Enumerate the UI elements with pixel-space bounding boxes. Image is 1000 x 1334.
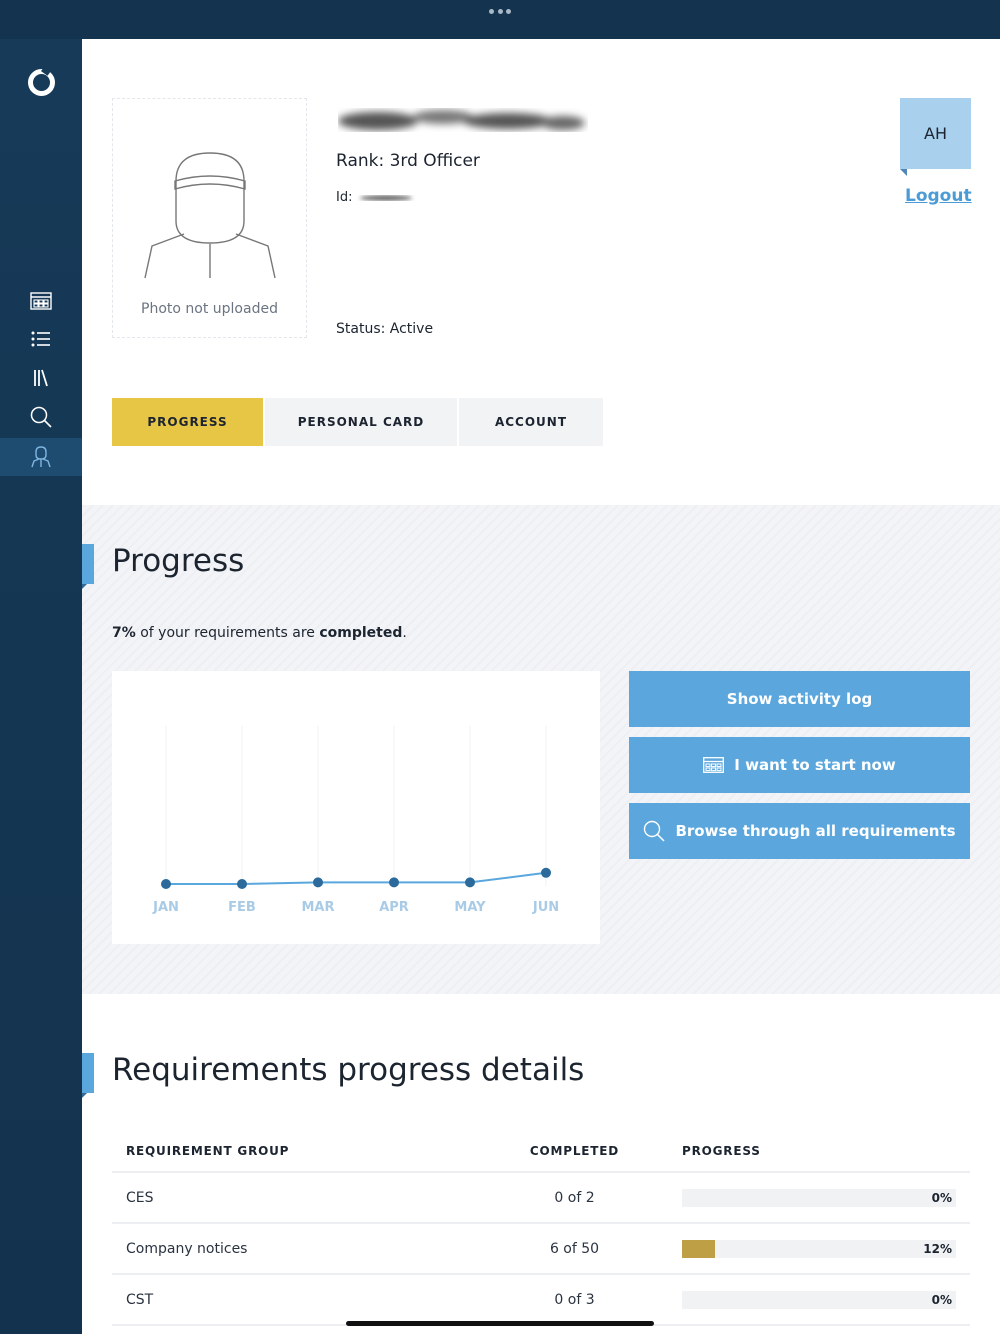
table-header: REQUIREMENT GROUP COMPLETED PROGRESS bbox=[112, 1130, 970, 1173]
sidebar-item-list[interactable] bbox=[0, 320, 82, 358]
header-requirement-group: REQUIREMENT GROUP bbox=[126, 1143, 290, 1158]
row-group: Company notices bbox=[126, 1240, 248, 1257]
tab-account[interactable]: ACCOUNT bbox=[459, 398, 603, 446]
progress-bar: 0% bbox=[682, 1290, 956, 1309]
row-progress: 0% bbox=[682, 1188, 970, 1207]
profile-icon bbox=[31, 446, 51, 468]
photo-caption: Photo not uploaded bbox=[141, 301, 278, 317]
table-row[interactable]: Company notices 6 of 50 12% bbox=[112, 1224, 970, 1275]
chart-data-point[interactable] bbox=[541, 867, 551, 878]
progress-bar-fill bbox=[682, 1239, 715, 1258]
chart-x-tick-label: JUN bbox=[532, 900, 559, 915]
progress-bar: 0% bbox=[682, 1188, 956, 1207]
list-icon bbox=[31, 331, 50, 347]
progress-chart: JAN FEB MAR APR MAY JUN bbox=[112, 671, 600, 944]
home-indicator[interactable] bbox=[346, 1321, 654, 1326]
table-row[interactable]: CES 0 of 2 0% bbox=[112, 1173, 970, 1224]
chart-x-tick-label: FEB bbox=[228, 900, 256, 915]
calendar-grid-icon bbox=[703, 757, 725, 773]
logout-link[interactable]: Logout bbox=[905, 186, 972, 206]
chart-x-tick-label: JAN bbox=[152, 900, 179, 915]
requirements-details-section: Requirements progress details REQUIREMEN… bbox=[82, 994, 1000, 1334]
requirements-table: REQUIREMENT GROUP COMPLETED PROGRESS CES… bbox=[112, 1130, 970, 1326]
redacted-name bbox=[338, 110, 585, 130]
profile-photo-placeholder[interactable]: Photo not uploaded bbox=[112, 98, 307, 338]
row-completed: 0 of 3 bbox=[554, 1291, 595, 1308]
status-text: Status: Active bbox=[336, 321, 434, 337]
person-placeholder-icon bbox=[144, 152, 276, 279]
sidebar-item-profile[interactable] bbox=[0, 438, 82, 476]
sidebar-item-search[interactable] bbox=[0, 398, 82, 436]
profile-tabs: PROGRESS PERSONAL CARD ACCOUNT bbox=[112, 398, 605, 446]
more-dots-icon[interactable] bbox=[489, 9, 511, 15]
chart-data-point[interactable] bbox=[237, 879, 247, 889]
chart-data-point[interactable] bbox=[161, 879, 171, 889]
progress-percent: 0% bbox=[931, 1190, 952, 1205]
library-icon bbox=[34, 369, 48, 387]
app-logo-icon[interactable] bbox=[28, 69, 55, 96]
progress-line-chart: JAN FEB MAR APR MAY JUN bbox=[152, 726, 559, 915]
chart-x-tick-label: APR bbox=[379, 900, 409, 915]
chart-data-point[interactable] bbox=[465, 877, 475, 888]
row-completed: 6 of 50 bbox=[549, 1240, 600, 1257]
row-progress: 12% bbox=[682, 1239, 970, 1258]
show-activity-log-button[interactable]: Show activity log bbox=[629, 671, 970, 727]
redacted-id bbox=[360, 195, 412, 201]
chart-data-point[interactable] bbox=[313, 877, 323, 888]
rank-text: Rank: 3rd Officer bbox=[336, 151, 480, 171]
row-group: CST bbox=[126, 1291, 154, 1308]
progress-percent: 0% bbox=[931, 1292, 952, 1307]
id-label: Id: bbox=[336, 190, 353, 205]
row-progress: 0% bbox=[682, 1290, 970, 1309]
dashboard-icon bbox=[30, 292, 52, 310]
sidebar-item-dashboard[interactable] bbox=[0, 282, 82, 320]
tab-progress[interactable]: PROGRESS bbox=[112, 398, 263, 446]
table-row[interactable]: CST 0 of 3 0% bbox=[112, 1275, 970, 1326]
progress-percent: 12% bbox=[923, 1241, 952, 1256]
progress-summary: 7% of your requirements are completed. bbox=[112, 625, 407, 641]
browse-requirements-button[interactable]: Browse through all requirements bbox=[629, 803, 970, 859]
progress-title: Progress bbox=[112, 543, 245, 579]
progress-section: Progress 7% of your requirements are com… bbox=[82, 505, 1000, 994]
section-marker bbox=[82, 544, 94, 589]
sidebar bbox=[0, 39, 82, 1334]
main-content: Photo not uploaded Rank: 3rd Officer Id:… bbox=[82, 39, 1000, 1334]
chart-x-tick-label: MAR bbox=[301, 900, 334, 915]
chart-data-point[interactable] bbox=[389, 877, 399, 888]
search-icon bbox=[644, 820, 665, 842]
status-bar bbox=[0, 0, 1000, 39]
chart-series-line bbox=[166, 871, 547, 885]
header-progress: PROGRESS bbox=[682, 1143, 761, 1158]
row-completed: 0 of 2 bbox=[554, 1189, 595, 1206]
details-title: Requirements progress details bbox=[112, 1052, 585, 1088]
start-now-button[interactable]: I want to start now bbox=[629, 737, 970, 793]
row-group: CES bbox=[126, 1189, 154, 1206]
progress-bar: 12% bbox=[682, 1239, 956, 1258]
chart-x-tick-label: MAY bbox=[454, 900, 486, 915]
search-icon bbox=[30, 406, 52, 428]
section-marker bbox=[82, 1053, 94, 1098]
tab-personal-card[interactable]: PERSONAL CARD bbox=[265, 398, 457, 446]
avatar[interactable]: AH bbox=[900, 98, 971, 176]
header-completed: COMPLETED bbox=[529, 1143, 620, 1158]
sidebar-item-library[interactable] bbox=[0, 359, 82, 397]
avatar-initials: AH bbox=[924, 124, 947, 143]
